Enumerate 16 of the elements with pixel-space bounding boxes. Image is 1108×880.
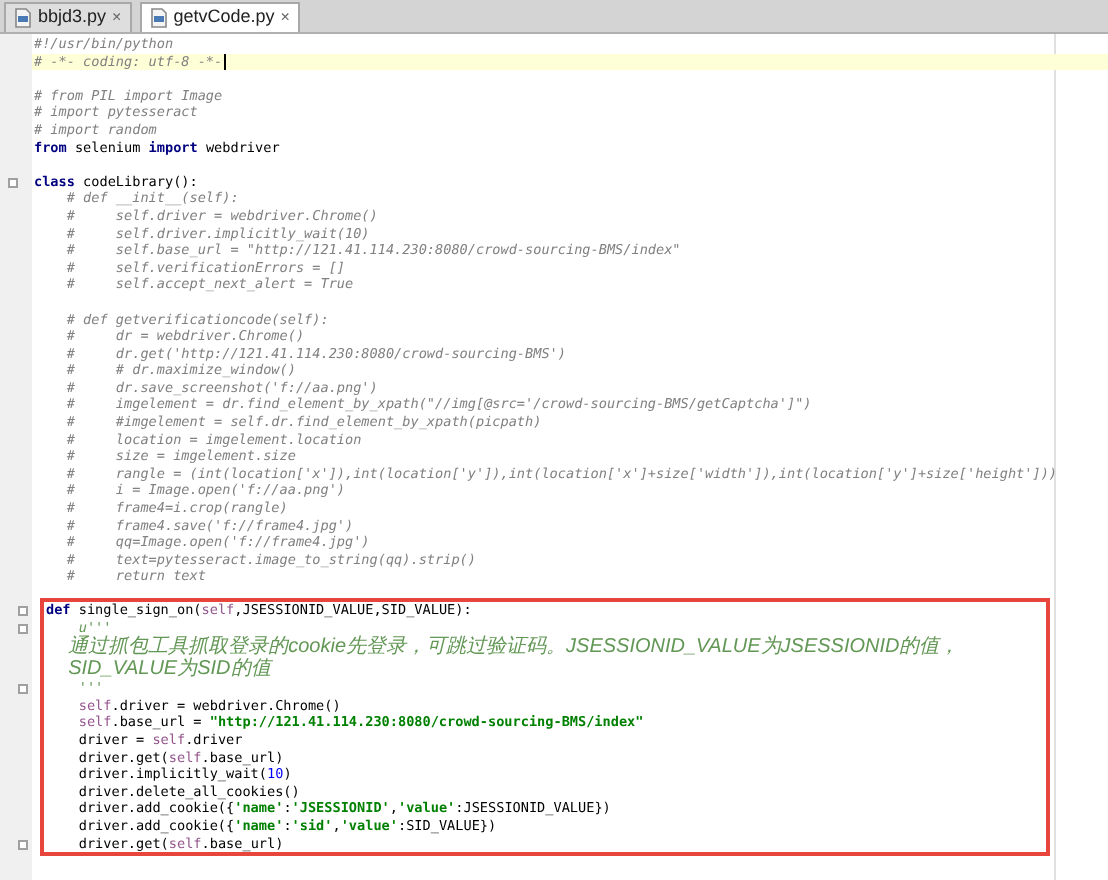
text-cursor — [224, 53, 227, 70]
fold-marker-icon[interactable] — [8, 177, 18, 188]
close-tab-button[interactable]: × — [280, 6, 290, 30]
code-line: 通过抓包工具抓取登录的cookie先登录，可跳过验证码。JSESSIONID_VALUE为JSESSIONID的值， — [66, 636, 962, 659]
python-file-icon — [14, 8, 32, 28]
fold-marker-icon[interactable] — [18, 606, 28, 616]
code-line: SID_VALUE为SID的值 — [66, 658, 275, 681]
fold-marker-icon[interactable] — [18, 839, 28, 850]
file-tab[interactable]: bbjd3.py × — [4, 2, 132, 32]
tab-label: getvCode.py — [173, 4, 275, 31]
python-file-icon — [149, 8, 168, 28]
close-tab-button[interactable]: × — [112, 6, 122, 30]
fold-marker-icon[interactable] — [18, 684, 28, 695]
file-tab[interactable]: getvCode.py × — [139, 2, 300, 32]
fold-marker-icon[interactable] — [18, 623, 28, 634]
tab-label: bbjd3.py — [38, 4, 107, 31]
